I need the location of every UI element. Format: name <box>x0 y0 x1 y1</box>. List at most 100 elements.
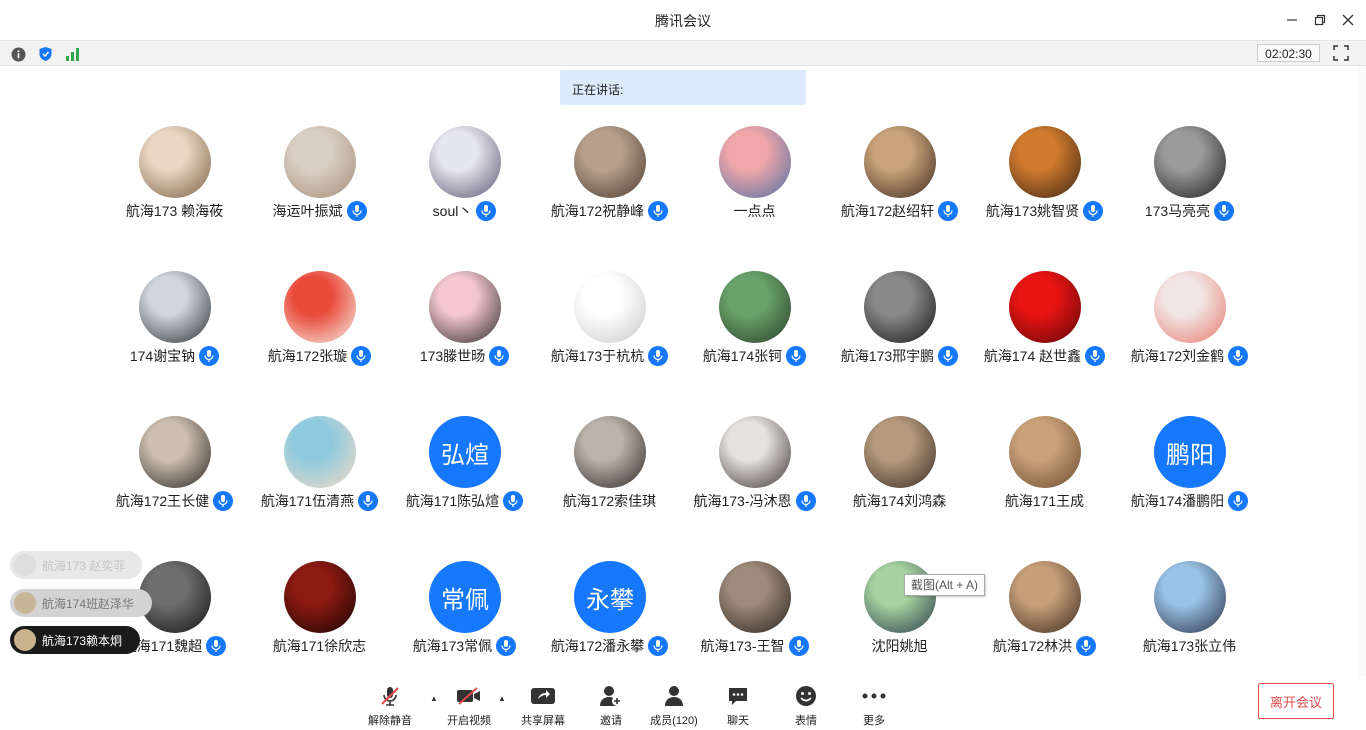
mic-icon <box>351 346 372 366</box>
participant-tile[interactable]: 航海173 赖海莜 <box>102 126 247 236</box>
participant-tile[interactable]: 173滕世旸 <box>392 271 537 381</box>
participant-tile[interactable]: 航海173张立伟 <box>1117 561 1262 671</box>
speaker-bubble[interactable]: 航海173赖本炯 <box>10 626 140 654</box>
mic-icon <box>648 346 669 366</box>
status-bar: 02:02:30 <box>0 40 1366 66</box>
participant-name: 航海172林洪 <box>992 638 1073 654</box>
bottom-toolbar: 解除静音 ▲ 开启视频 ▲ 共享屏幕 邀请 成员(120) 聊天 表情 更多 离… <box>0 676 1366 730</box>
window-title: 腾讯会议 <box>655 13 711 29</box>
participant-tile[interactable]: 航海173于杭杭 <box>537 271 682 381</box>
avatar <box>864 271 936 343</box>
participant-tile[interactable]: 永攀 航海172潘永攀 <box>537 561 682 671</box>
participant-tile[interactable]: 航海173邢宇鹏 <box>827 271 972 381</box>
avatar <box>284 416 356 488</box>
participant-name-row: 沈阳姚旭 <box>827 636 972 656</box>
restore-button[interactable] <box>1307 8 1333 32</box>
participant-tile[interactable]: 航海173姚智贤 <box>972 126 1117 236</box>
participant-name: 航海171王成 <box>1004 493 1085 509</box>
participant-name-row: 航海172王长健 <box>102 491 247 511</box>
participant-tile[interactable]: 航海171伍清燕 <box>247 416 392 526</box>
participant-tile[interactable]: 173马亮亮 <box>1117 126 1262 236</box>
participant-tile[interactable]: 航海171王成 <box>972 416 1117 526</box>
avatar <box>719 126 791 198</box>
participant-tile[interactable]: 航海172张璇 <box>247 271 392 381</box>
participant-name: 航海173于杭杭 <box>550 348 645 364</box>
participant-tile[interactable]: 海运叶振斌 <box>247 126 392 236</box>
participant-tile[interactable]: 航海172林洪 <box>972 561 1117 671</box>
participant-tile[interactable]: 航海171徐欣志 <box>247 561 392 671</box>
participant-name: 航海173张立伟 <box>1142 638 1237 654</box>
participant-tile[interactable]: 鹏阳 航海174潘鹏阳 <box>1117 416 1262 526</box>
participant-name-row: 航海174 赵世鑫 <box>972 346 1117 366</box>
close-button[interactable] <box>1335 8 1361 32</box>
share-screen-button[interactable]: 共享屏幕 <box>513 684 573 728</box>
mic-icon <box>199 346 220 366</box>
participant-tile[interactable]: 航海172刘金鹤 <box>1117 271 1262 381</box>
scrollbar[interactable] <box>1358 66 1366 676</box>
participant-name-row: 一点点 <box>682 201 827 221</box>
speaker-bubble[interactable]: 航海173 赵奕菲 <box>10 551 142 579</box>
mic-muted-icon <box>381 687 399 706</box>
avatar <box>14 629 36 651</box>
participant-name-row: 航海172索佳琪 <box>537 491 682 511</box>
chat-button[interactable]: 聊天 <box>708 684 768 728</box>
avatar <box>1154 561 1226 633</box>
speaking-banner: 正在讲话: <box>560 70 806 105</box>
participant-tile[interactable]: 航海174张钶 <box>682 271 827 381</box>
audio-options-caret[interactable]: ▲ <box>430 694 438 703</box>
mic-icon <box>786 346 807 366</box>
avatar <box>1154 126 1226 198</box>
chat-icon <box>729 688 747 705</box>
participant-name: 航海173邢宇鹏 <box>840 348 935 364</box>
participant-tile[interactable]: 航海174 赵世鑫 <box>972 271 1117 381</box>
participant-tile[interactable]: 航海174刘鸿森 <box>827 416 972 526</box>
unmute-button[interactable]: 解除静音 <box>360 684 420 728</box>
mic-icon <box>1228 346 1249 366</box>
members-button[interactable]: 成员(120) <box>644 684 704 728</box>
participant-tile[interactable]: 航海173-冯沐恩 <box>682 416 827 526</box>
participant-name-row: 航海173-王智 <box>682 636 827 656</box>
participant-name-row: 航海173于杭杭 <box>537 346 682 366</box>
fullscreen-button[interactable] <box>1333 45 1351 63</box>
speaker-bubble[interactable]: 航海174班赵泽华 <box>10 589 152 617</box>
participant-name-row: 航海173张立伟 <box>1117 636 1262 656</box>
video-options-caret[interactable]: ▲ <box>498 694 506 703</box>
participant-name: 航海174 赵世鑫 <box>983 348 1082 364</box>
participant-name: 航海171伍清燕 <box>260 493 355 509</box>
participant-tile[interactable]: 174谢宝钠 <box>102 271 247 381</box>
participant-tile[interactable]: 航海172赵绍轩 <box>827 126 972 236</box>
participant-name-row: soul丶 <box>392 201 537 221</box>
participant-tile[interactable]: 航海172索佳琪 <box>537 416 682 526</box>
more-button[interactable]: 更多 <box>844 684 904 728</box>
invite-button[interactable]: 邀请 <box>581 684 641 728</box>
avatar <box>1009 416 1081 488</box>
participant-tile[interactable]: 航海173-王智 <box>682 561 827 671</box>
start-video-button[interactable]: 开启视频 <box>439 684 499 728</box>
avatar-initials: 常佩 <box>441 586 489 614</box>
participant-name-row: 航海171王成 <box>972 491 1117 511</box>
emoji-button[interactable]: 表情 <box>776 684 836 728</box>
participant-tile[interactable]: 航海172王长健 <box>102 416 247 526</box>
participant-tile[interactable]: 常佩 航海173常佩 <box>392 561 537 671</box>
participant-name: 173马亮亮 <box>1144 203 1211 219</box>
avatar-initials: 永攀 <box>586 586 634 614</box>
participant-tile[interactable]: soul丶 <box>392 126 537 236</box>
camera-off-icon <box>457 687 480 705</box>
avatar: 永攀 <box>574 561 646 633</box>
leave-meeting-button[interactable]: 离开会议 <box>1258 683 1334 719</box>
share-screen-icon <box>531 688 555 704</box>
participant-name: 航海171徐欣志 <box>272 638 367 654</box>
minimize-button[interactable] <box>1279 8 1305 32</box>
security-button[interactable] <box>37 46 53 62</box>
mic-icon <box>938 346 959 366</box>
participant-tile[interactable]: 一点点 <box>682 126 827 236</box>
participant-tile[interactable]: 航海172祝静峰 <box>537 126 682 236</box>
members-label: 成员(120) <box>650 715 698 727</box>
mic-icon <box>788 636 809 656</box>
info-button[interactable] <box>10 46 26 62</box>
participant-name: 航海172赵绍轩 <box>840 203 935 219</box>
participant-name-row: 航海173姚智贤 <box>972 201 1117 221</box>
participant-tile[interactable]: 弘煊 航海171陈弘煊 <box>392 416 537 526</box>
meeting-timer: 02:02:30 <box>1257 44 1320 62</box>
network-signal-button[interactable] <box>65 46 81 62</box>
